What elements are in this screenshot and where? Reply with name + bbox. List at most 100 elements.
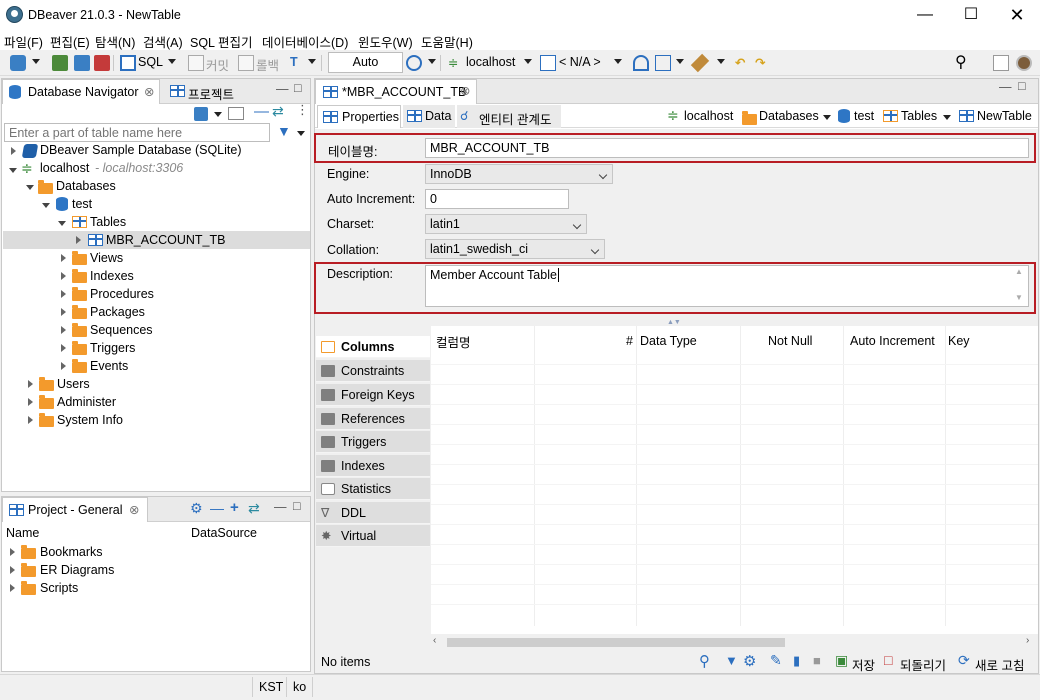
invalidate-icon[interactable] [74,55,90,71]
add-column-icon[interactable]: ▮ [793,653,800,669]
minimize-view-icon[interactable]: — [999,80,1012,94]
project-item-bookmarks[interactable]: Bookmarks [40,545,103,559]
collapse-all-icon[interactable]: — [210,500,224,516]
sidetab-indexes[interactable]: Indexes [316,455,430,477]
menu-file[interactable]: 파일(F) [4,32,43,51]
delete-icon[interactable]: ■ [813,653,821,668]
minimize-button[interactable]: — [902,0,948,30]
tree-item-procedures[interactable]: Procedures [90,287,154,301]
menu-navigate[interactable]: 탐색(N) [95,32,135,51]
disconnect-icon[interactable] [94,55,110,71]
tree-item-sequences[interactable]: Sequences [90,323,153,337]
column-header-key[interactable]: Key [948,334,970,348]
column-header-data-type[interactable]: Data Type [640,334,697,348]
sidetab-constraints[interactable]: Constraints [316,360,430,382]
tree-item-administer[interactable]: Administer [57,395,116,409]
close-tab-icon[interactable]: ⊗ [460,83,470,98]
commit-button[interactable]: 커밋 [206,55,229,74]
active-connection[interactable]: localhost [466,55,515,69]
tab-project-general[interactable]: Project - General ⊗ [2,497,148,522]
collapse-all-icon[interactable]: — [254,103,269,120]
view-menu-icon[interactable]: ⋮ [296,102,309,118]
collapse-icon[interactable] [9,168,17,173]
expand-icon[interactable] [76,236,81,244]
subtab-er-diagram[interactable]: ☌ 엔티티 관계도 [457,105,561,128]
dbeaver-perspective-icon[interactable] [1016,55,1032,71]
expand-icon[interactable] [61,290,66,298]
expand-icon[interactable] [28,398,33,406]
menu-edit[interactable]: 편집(E) [50,32,90,51]
tree-item-views[interactable]: Views [90,251,123,265]
menu-search[interactable]: 검색(A) [143,32,183,51]
column-name[interactable]: Name [6,526,39,540]
menu-window[interactable]: 윈도우(W) [358,32,413,51]
scrollbar-thumb[interactable] [447,638,785,647]
breadcrumb-tables[interactable]: Tables [901,109,937,123]
refresh-button[interactable]: 새로 고침 [975,655,1024,674]
link-editor-icon[interactable]: ⇄ [272,103,284,120]
tree-item-system-info[interactable]: System Info [57,413,123,427]
menu-help[interactable]: 도움말(H) [421,32,473,51]
chevron-down-icon[interactable] [428,59,436,64]
tab-project[interactable]: 프로젝트 [164,79,254,104]
refresh-icon[interactable]: ⟳ [958,652,970,669]
link-editor-icon[interactable]: ⇄ [248,500,260,517]
expand-icon[interactable] [28,380,33,388]
expand-icon[interactable] [10,566,15,574]
tree-item-databases[interactable]: Databases [56,179,116,193]
active-schema[interactable]: < N/A > [559,55,601,69]
search-icon[interactable]: ⚲ [699,652,710,670]
column-header-not-null[interactable]: Not Null [768,334,812,348]
description-textarea[interactable]: Member Account Table [425,265,1029,307]
engine-select[interactable]: InnoDB [425,164,613,184]
chevron-down-icon[interactable] [717,59,725,64]
tree-item-mbr-account-tb[interactable]: MBR_ACCOUNT_TB [106,233,225,247]
navigator-icon[interactable] [655,55,671,71]
expand-icon[interactable] [10,584,15,592]
close-tab-icon[interactable]: ⊗ [129,502,139,517]
expand-icon[interactable] [61,344,66,352]
tree-item-indexes[interactable]: Indexes [90,269,134,283]
maximize-view-icon[interactable]: □ [1018,79,1026,93]
save-icon[interactable]: ▣ [835,652,848,669]
table-name-input[interactable]: MBR_ACCOUNT_TB [425,138,1029,158]
search-icon[interactable]: ⚲ [955,52,967,72]
tree-item-triggers[interactable]: Triggers [90,341,135,355]
chevron-down-icon[interactable] [524,59,532,64]
dashboard-icon[interactable] [633,55,649,71]
minimize-view-icon[interactable]: — [274,500,287,514]
project-item-er-diagrams[interactable]: ER Diagrams [40,563,114,577]
filter-icon[interactable]: ▼ [725,653,738,668]
sidetab-references[interactable]: References [316,408,430,430]
auto-increment-input[interactable]: 0 [425,189,569,209]
sidetab-virtual[interactable]: ✸ Virtual [316,525,430,547]
sash-handle-icon[interactable]: ▲▼ [667,319,681,326]
maximize-view-icon[interactable]: □ [294,81,302,95]
back-icon[interactable]: ↶ [735,55,745,70]
sidetab-foreign-keys[interactable]: Foreign Keys [316,384,430,406]
new-connection-icon[interactable] [10,55,26,71]
tab-database-navigator[interactable]: Database Navigator ⊗ [2,79,160,104]
subtab-properties[interactable]: Properties [317,105,401,128]
filter-icon[interactable]: ▼ [277,123,291,139]
scroll-up-icon[interactable]: ▲ [1015,267,1023,276]
sidetab-columns[interactable]: Columns [316,336,430,358]
tree-item-users[interactable]: Users [57,377,90,391]
project-item-scripts[interactable]: Scripts [40,581,78,595]
collapse-icon[interactable] [42,203,50,208]
table-filter-input[interactable] [4,123,270,142]
collapse-icon[interactable] [58,221,66,226]
commit-icon[interactable] [188,55,204,71]
close-tab-icon[interactable]: ⊗ [144,84,154,99]
sidetab-statistics[interactable]: Statistics [316,478,430,500]
horizontal-scrollbar[interactable]: ‹ › [431,634,1038,651]
save-button[interactable]: 저장 [852,655,875,674]
column-datasource[interactable]: DataSource [191,526,257,540]
expand-icon[interactable] [61,272,66,280]
gear-icon[interactable]: ⚙ [190,500,203,517]
chevron-down-icon[interactable] [168,59,176,64]
tab-mbr-account-tb[interactable]: *MBR_ACCOUNT_TB ⊗ [315,79,477,104]
expand-icon[interactable] [10,548,15,556]
chevron-down-icon[interactable] [676,59,684,64]
scroll-left-icon[interactable]: ‹ [433,635,436,646]
